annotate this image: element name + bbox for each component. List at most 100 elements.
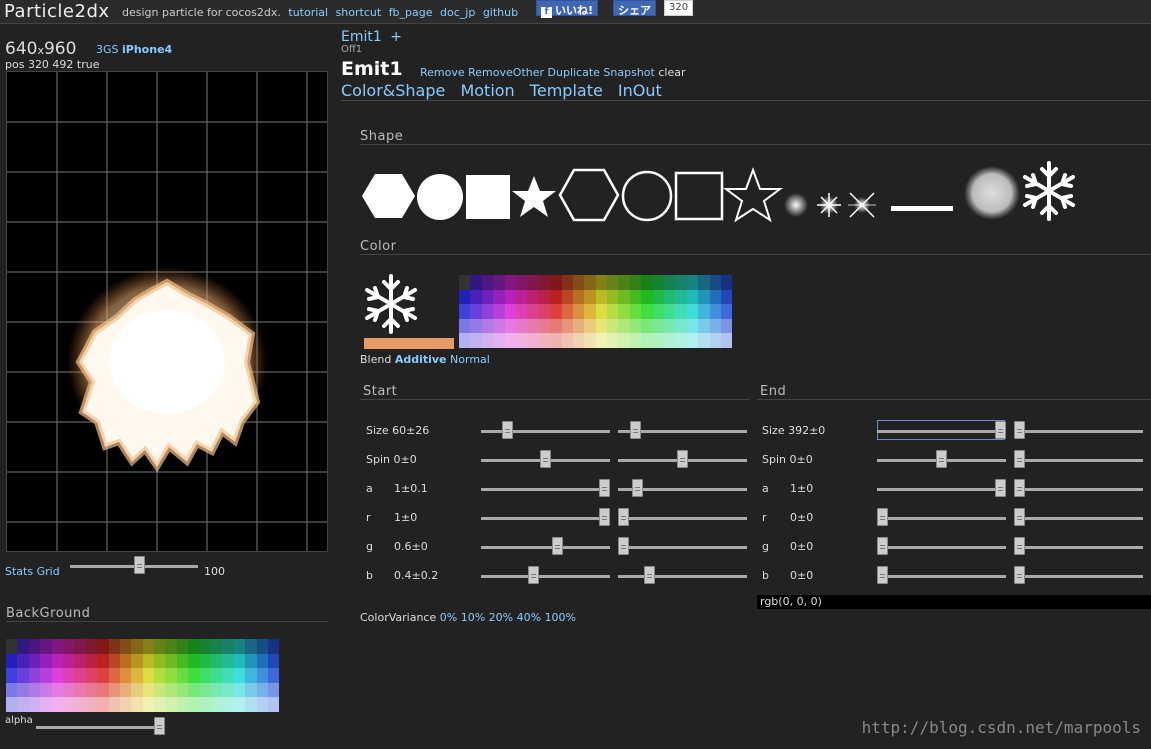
palette-swatch[interactable] xyxy=(51,639,63,654)
palette-swatch[interactable] xyxy=(6,668,18,683)
start-variance-thumb-3[interactable] xyxy=(618,508,629,526)
palette-swatch[interactable] xyxy=(17,653,29,669)
palette-swatch[interactable] xyxy=(481,318,494,334)
start-value-slider-0[interactable] xyxy=(481,421,610,440)
palette-swatch[interactable] xyxy=(641,289,653,305)
palette-swatch[interactable] xyxy=(504,318,516,334)
end-value-thumb-3[interactable] xyxy=(877,508,888,526)
palette-swatch[interactable] xyxy=(652,333,665,348)
palette-swatch[interactable] xyxy=(108,653,120,669)
stats-toggle[interactable]: Stats xyxy=(5,565,33,578)
palette-swatch[interactable] xyxy=(698,275,710,290)
palette-swatch[interactable] xyxy=(267,697,280,712)
palette-swatch[interactable] xyxy=(607,333,619,348)
palette-swatch[interactable] xyxy=(188,653,200,669)
palette-swatch[interactable] xyxy=(515,333,528,348)
palette-swatch[interactable] xyxy=(470,333,482,348)
palette-swatch[interactable] xyxy=(595,304,608,319)
palette-swatch[interactable] xyxy=(652,318,665,334)
soft-dot-icon[interactable] xyxy=(784,193,808,217)
palette-swatch[interactable] xyxy=(199,653,212,669)
palette-swatch[interactable] xyxy=(108,668,120,683)
palette-swatch[interactable] xyxy=(550,289,562,305)
palette-swatch[interactable] xyxy=(652,275,665,290)
palette-swatch[interactable] xyxy=(28,682,41,698)
palette-swatch[interactable] xyxy=(51,668,63,683)
palette-swatch[interactable] xyxy=(28,697,41,712)
clear-button[interactable]: clear xyxy=(658,66,685,79)
palette-swatch[interactable] xyxy=(538,275,551,290)
end-variance-slider-4[interactable] xyxy=(1014,537,1143,556)
palette-swatch[interactable] xyxy=(97,653,109,669)
smoke-icon[interactable] xyxy=(964,166,1020,220)
palette-swatch[interactable] xyxy=(709,318,721,334)
palette-swatch[interactable] xyxy=(584,304,596,319)
particle-preview-canvas[interactable] xyxy=(6,71,328,552)
palette-swatch[interactable] xyxy=(211,697,223,712)
duplicate-button[interactable]: Duplicate xyxy=(548,66,600,79)
end-variance-thumb-3[interactable] xyxy=(1014,508,1025,526)
end-value-slider-4[interactable] xyxy=(877,537,1006,556)
circle-outline-icon[interactable] xyxy=(621,170,673,222)
palette-swatch[interactable] xyxy=(176,639,189,654)
palette-swatch[interactable] xyxy=(108,697,120,712)
palette-swatch[interactable] xyxy=(40,668,52,683)
palette-swatch[interactable] xyxy=(686,318,699,334)
palette-swatch[interactable] xyxy=(720,318,733,334)
palette-swatch[interactable] xyxy=(267,668,280,683)
add-emitter-button[interactable]: + xyxy=(390,29,402,45)
palette-swatch[interactable] xyxy=(550,333,562,348)
palette-swatch[interactable] xyxy=(199,668,212,683)
palette-swatch[interactable] xyxy=(515,318,528,334)
end-variance-thumb-5[interactable] xyxy=(1014,566,1025,584)
palette-swatch[interactable] xyxy=(595,275,608,290)
palette-swatch[interactable] xyxy=(459,289,471,305)
link-github[interactable]: github xyxy=(483,6,518,19)
palette-swatch[interactable] xyxy=(176,682,189,698)
grid-size-slider[interactable] xyxy=(70,556,198,577)
palette-swatch[interactable] xyxy=(188,682,200,698)
palette-swatch[interactable] xyxy=(6,697,18,712)
palette-swatch[interactable] xyxy=(62,639,75,654)
palette-swatch[interactable] xyxy=(74,653,86,669)
palette-swatch[interactable] xyxy=(154,682,166,698)
start-variance-slider-0[interactable] xyxy=(618,421,747,440)
palette-swatch[interactable] xyxy=(188,697,200,712)
end-variance-slider-2[interactable] xyxy=(1014,479,1143,498)
palette-swatch[interactable] xyxy=(470,275,482,290)
palette-swatch[interactable] xyxy=(686,275,699,290)
palette-swatch[interactable] xyxy=(74,668,86,683)
palette-swatch[interactable] xyxy=(108,639,120,654)
palette-swatch[interactable] xyxy=(527,333,539,348)
palette-swatch[interactable] xyxy=(97,682,109,698)
palette-swatch[interactable] xyxy=(40,682,52,698)
end-value-thumb-2[interactable] xyxy=(995,479,1006,497)
palette-swatch[interactable] xyxy=(481,333,494,348)
palette-swatch[interactable] xyxy=(595,289,608,305)
palette-swatch[interactable] xyxy=(211,639,223,654)
start-variance-slider-4[interactable] xyxy=(618,537,747,556)
palette-swatch[interactable] xyxy=(720,304,733,319)
palette-swatch[interactable] xyxy=(675,318,687,334)
start-value-thumb-2[interactable] xyxy=(599,479,610,497)
sparkle-icon[interactable] xyxy=(817,193,841,217)
palette-swatch[interactable] xyxy=(538,289,551,305)
variance-20[interactable]: 20% xyxy=(489,611,513,624)
palette-swatch[interactable] xyxy=(515,275,528,290)
particle-color-palette[interactable] xyxy=(459,275,733,348)
palette-swatch[interactable] xyxy=(62,682,75,698)
palette-swatch[interactable] xyxy=(154,668,166,683)
palette-swatch[interactable] xyxy=(40,653,52,669)
fb-like-button[interactable]: f いいね! xyxy=(536,0,599,18)
variance-100[interactable]: 100% xyxy=(545,611,576,624)
palette-swatch[interactable] xyxy=(245,668,257,683)
end-value-slider-2[interactable] xyxy=(877,479,1006,498)
palette-swatch[interactable] xyxy=(607,275,619,290)
palette-swatch[interactable] xyxy=(515,304,528,319)
palette-swatch[interactable] xyxy=(675,304,687,319)
palette-swatch[interactable] xyxy=(119,668,132,683)
palette-swatch[interactable] xyxy=(17,682,29,698)
palette-swatch[interactable] xyxy=(675,289,687,305)
end-variance-thumb-4[interactable] xyxy=(1014,537,1025,555)
palette-swatch[interactable] xyxy=(119,697,132,712)
